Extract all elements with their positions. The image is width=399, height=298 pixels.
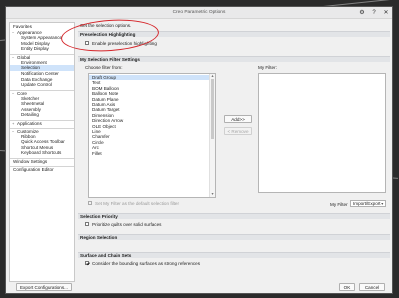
sidebar-item-label: Update Control <box>21 82 52 88</box>
close-icon[interactable]: ✕ <box>382 9 390 17</box>
options-dialog: Creo Parametric Options ⚙ ? ✕ Favorites −… <box>5 6 393 294</box>
default-filter-label: Set My Filter as the default selection f… <box>95 201 179 206</box>
sidebar-item-label: Entity Display <box>21 46 49 52</box>
list-item[interactable]: Fillet <box>89 151 209 156</box>
sidebar-item-update-control[interactable]: Update Control <box>10 82 74 88</box>
preselection-section-header: Preselection Highlighting <box>78 31 390 37</box>
my-filter-label: My Filter: <box>258 65 277 70</box>
sidebar-item-keyboard-shortcuts[interactable]: Keyboard Shortcuts <box>10 150 74 156</box>
prioritize-quilts-checkbox[interactable] <box>85 222 90 227</box>
sidebar-item-label: Detailing <box>21 112 39 118</box>
my-filter-dropdown-label: My Filter <box>330 202 348 207</box>
sidebar-item-label: Window Settings <box>13 159 48 165</box>
sidebar-item-entity-display[interactable]: Entity Display <box>10 46 74 52</box>
chain-section-header: Surface and Chain Sets <box>78 252 390 258</box>
add-filter-button[interactable]: Add>> <box>224 115 252 123</box>
ok-button[interactable]: OK <box>339 283 355 291</box>
priority-section-header: Selection Priority <box>78 213 390 219</box>
expand-icon[interactable]: + <box>12 121 14 127</box>
sidebar-item-window-settings[interactable]: Window Settings <box>10 158 74 164</box>
window-title: Creo Parametric Options <box>172 10 226 15</box>
sidebar-item-detailing[interactable]: Detailing <box>10 112 74 118</box>
title-bar: Creo Parametric Options ⚙ ? ✕ <box>6 7 392 19</box>
import-export-value: Import/Export <box>353 201 381 206</box>
my-filter-list[interactable] <box>258 73 386 193</box>
selection-options-panel: Set the selection options. Preselection … <box>78 22 390 280</box>
preselection-highlighting-checkbox[interactable] <box>85 41 90 46</box>
sidebar-item-label: Applications <box>17 121 42 127</box>
scroll-down-icon[interactable]: ▼ <box>210 192 215 197</box>
scroll-thumb[interactable] <box>211 79 214 139</box>
region-section-header: Region Selection <box>78 234 390 240</box>
sidebar-item-label: Configuration Editor <box>13 167 54 172</box>
choose-filter-label: Choose filter from: <box>85 65 123 70</box>
sidebar-item-configuration-editor[interactable]: Configuration Editor <box>10 166 74 172</box>
preselection-highlighting-label: Enable preselection highlighting <box>92 41 157 46</box>
bounding-surfaces-label: Consider the bounding surfaces as strong… <box>92 261 201 266</box>
bounding-surfaces-checkbox[interactable] <box>85 261 90 266</box>
help-icon[interactable]: ? <box>370 9 378 17</box>
options-navigation-tree: Favorites − Appearance System Appearance Mod… <box>9 22 75 282</box>
prioritize-quilts-label: Prioritize quilts over solid surfaces <box>92 222 162 227</box>
panel-intro-text: Set the selection options. <box>80 23 132 28</box>
sidebar-item-label: Keyboard Shortcuts <box>21 150 62 156</box>
import-export-dropdown[interactable]: Import/Export ▼ <box>350 200 386 207</box>
settings-gear-icon[interactable]: ⚙ <box>358 9 366 17</box>
remove-filter-button[interactable]: < Remove <box>224 127 252 135</box>
sidebar-item-applications[interactable]: + Applications <box>10 120 74 126</box>
filter-list-scrollbar[interactable]: ▲ ▼ <box>209 74 215 197</box>
chevron-down-icon: ▼ <box>380 202 384 206</box>
available-filter-list[interactable]: ▲ ▼ Draft Group Text BOM Balloon Balloon No… <box>88 73 216 198</box>
export-configurations-button[interactable]: Export Configurations... <box>16 283 72 291</box>
filter-section-header: My Selection Filter Settings <box>78 56 390 62</box>
cancel-button[interactable]: Cancel <box>359 283 385 291</box>
default-filter-checkbox[interactable] <box>88 201 93 206</box>
